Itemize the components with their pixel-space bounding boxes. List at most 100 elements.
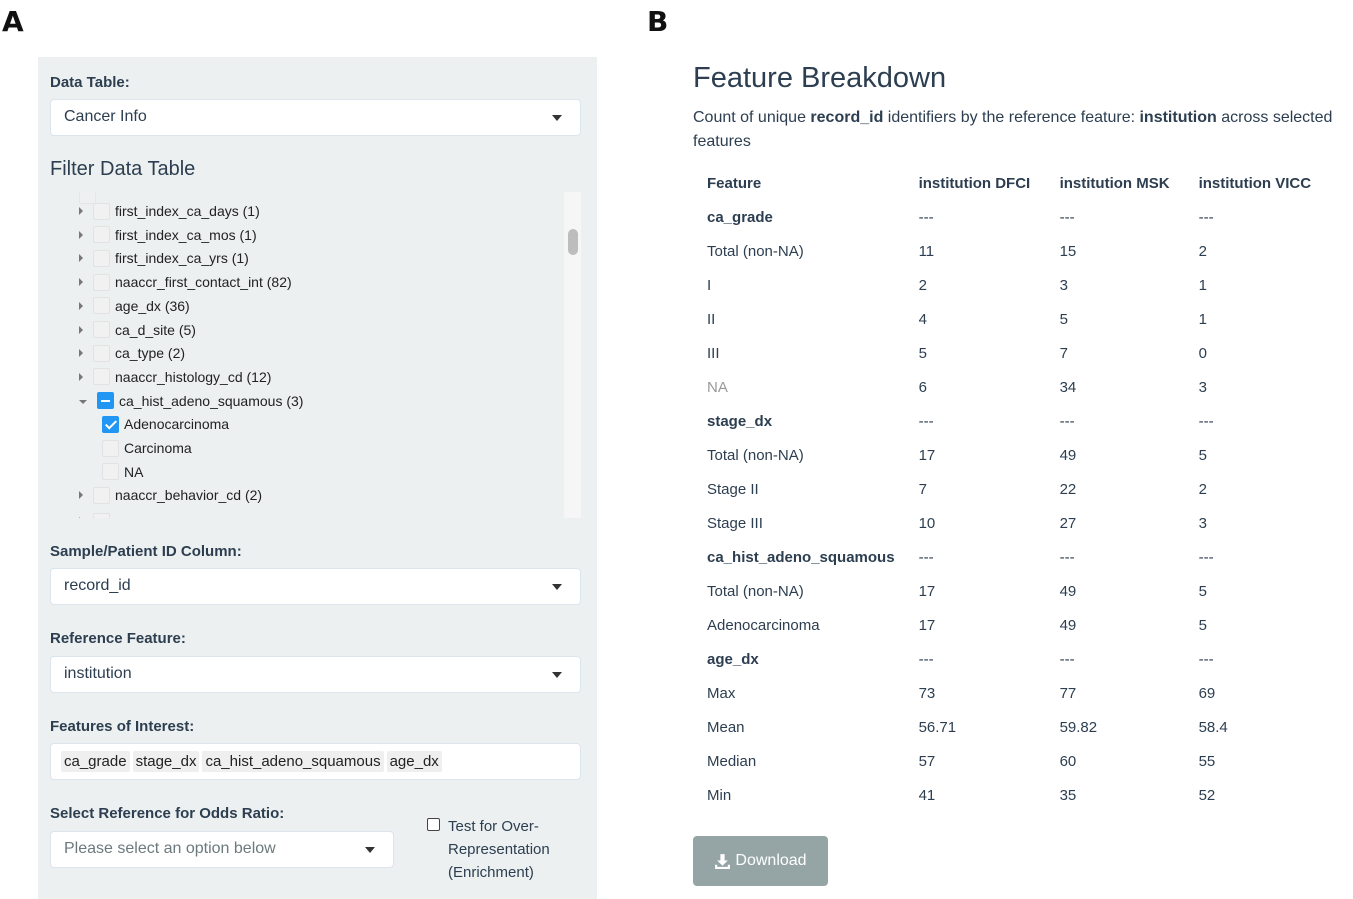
tree-row-clipped: [79, 510, 115, 518]
id-column-select[interactable]: record_id: [50, 568, 581, 605]
tree-label: ca_hist_adeno_squamous (3): [119, 392, 304, 409]
table-row: Max 73 77 69: [695, 676, 1323, 710]
tree-node[interactable]: first_index_ca_mos (1): [79, 224, 257, 246]
column-header: institution VICC: [1198, 174, 1312, 192]
tree-node[interactable]: naaccr_first_contact_int (82): [79, 271, 292, 293]
row-label-cell: I: [707, 276, 712, 294]
tree-label: first_index_ca_yrs (1): [115, 250, 249, 267]
table-row: Median 57 60 55: [695, 744, 1323, 778]
value-cell: 73: [918, 684, 936, 702]
value-cell: 5: [1198, 616, 1207, 634]
caret-down-icon: [552, 584, 562, 590]
value-cell: 15: [1059, 242, 1077, 260]
panel-letter-a: A: [2, 5, 24, 38]
id-column-label: Sample/Patient ID Column:: [50, 543, 242, 560]
expand-icon[interactable]: [79, 301, 83, 310]
scroll-thumb[interactable]: [568, 229, 578, 255]
tree-checkbox[interactable]: [93, 273, 110, 291]
tree-node[interactable]: first_index_ca_days (1): [79, 200, 260, 222]
table-row: Stage II 7 22 2: [695, 472, 1323, 506]
feature-chip[interactable]: age_dx: [386, 751, 442, 772]
expand-icon[interactable]: [79, 349, 83, 358]
value-cell: 7: [1059, 344, 1068, 362]
tree-checkbox[interactable]: [93, 202, 110, 220]
table-row: II 4 5 1: [695, 302, 1323, 336]
expand-icon[interactable]: [79, 491, 83, 500]
tree-checkbox[interactable]: [93, 344, 110, 362]
tree-leaf[interactable]: NA: [102, 461, 143, 483]
column-header: institution DFCI: [918, 174, 1031, 192]
expand-icon[interactable]: [79, 230, 83, 239]
value-cell: 49: [1059, 616, 1077, 634]
value-cell: 2: [918, 276, 927, 294]
tree-checkbox[interactable]: [93, 249, 110, 267]
row-label-cell: Adenocarcinoma: [707, 616, 820, 634]
table-row: Total (non-NA) 17 49 5: [695, 574, 1323, 608]
tree-label: Adenocarcinoma: [124, 416, 230, 433]
tree-node[interactable]: ca_type (2): [79, 342, 185, 364]
value-cell: 3: [1198, 378, 1207, 396]
value-cell: 5: [918, 344, 927, 362]
tree-node[interactable]: first_index_ca_yrs (1): [79, 247, 249, 269]
value-cell: 4: [918, 310, 927, 328]
tree-checkbox[interactable]: [93, 226, 110, 244]
collapse-icon[interactable]: [79, 399, 87, 404]
row-label-cell: ca_hist_adeno_squamous: [707, 548, 895, 566]
download-button[interactable]: Download: [693, 836, 828, 886]
expand-icon[interactable]: [79, 207, 83, 215]
row-label-cell: stage_dx: [707, 412, 773, 430]
tree-node[interactable]: ca_d_site (5): [79, 319, 196, 341]
tree-node[interactable]: naaccr_behavior_cd (2): [79, 484, 262, 506]
value-cell: ---: [918, 650, 934, 668]
enrichment-checkbox[interactable]: Test for Over-Representation (Enrichment…: [427, 815, 568, 884]
tree-label: naaccr_behavior_cd (2): [115, 487, 263, 504]
data-table-select[interactable]: Cancer Info: [50, 99, 581, 136]
table-row: NA 6 34 3: [695, 370, 1323, 404]
enrichment-checkbox-box[interactable]: [427, 818, 440, 831]
expand-icon[interactable]: [79, 278, 83, 287]
tree-checkbox[interactable]: [93, 368, 110, 386]
row-label-cell: II: [707, 310, 716, 328]
tree-checkbox[interactable]: [93, 297, 110, 315]
value-cell: 2: [1198, 242, 1207, 260]
reference-feature-select[interactable]: institution: [50, 656, 581, 693]
tree-node[interactable]: ca_hist_adeno_squamous (3): [79, 390, 303, 412]
table-header-row: Feature institution DFCI institution MSK…: [695, 166, 1323, 200]
feature-chip[interactable]: ca_hist_adeno_squamous: [202, 751, 384, 772]
table-row: ca_grade --- --- ---: [695, 200, 1323, 234]
tree-checkbox[interactable]: [102, 415, 119, 433]
expand-icon[interactable]: [79, 254, 83, 263]
tree-leaf[interactable]: Adenocarcinoma: [102, 413, 229, 435]
tree-node[interactable]: naaccr_histology_cd (12): [79, 366, 271, 388]
tree-checkbox[interactable]: [102, 463, 119, 481]
feature-chip[interactable]: ca_grade: [61, 751, 130, 772]
expand-icon[interactable]: [79, 325, 83, 334]
tree-node[interactable]: age_dx (36): [79, 295, 190, 317]
tree-checkbox[interactable]: [102, 439, 119, 457]
tree-scrollbar[interactable]: [564, 192, 581, 518]
tree-checkbox[interactable]: [97, 392, 114, 410]
row-label-cell: Stage III: [707, 514, 763, 532]
tree-leaf[interactable]: Carcinoma: [102, 437, 192, 459]
table-row: age_dx --- --- ---: [695, 642, 1323, 676]
description: Count of unique record_id identifiers by…: [693, 106, 1353, 154]
tree-checkbox[interactable]: [93, 486, 110, 504]
value-cell: ---: [1198, 650, 1214, 668]
odds-ratio-select[interactable]: Please select an option below: [50, 831, 394, 868]
feature-chip[interactable]: stage_dx: [132, 751, 200, 772]
features-of-interest-input[interactable]: ca_grade stage_dx ca_hist_adeno_squamous…: [50, 743, 581, 780]
row-label-cell: Min: [707, 786, 732, 804]
tree-label: first_index_ca_days (1): [115, 203, 260, 219]
value-cell: ---: [918, 412, 934, 430]
value-cell: 17: [918, 582, 936, 600]
column-header: Feature: [707, 174, 762, 192]
filter-tree[interactable]: first_index_ca_days (1) first_index_ca_mo…: [50, 192, 581, 518]
expand-icon: [79, 517, 83, 518]
tree-checkbox[interactable]: [93, 321, 110, 338]
value-cell: 55: [1198, 752, 1216, 770]
value-cell: 0: [1198, 344, 1207, 362]
value-cell: 60: [1059, 752, 1077, 770]
expand-icon[interactable]: [79, 372, 83, 381]
value-cell: 17: [918, 616, 936, 634]
checkbox-icon: [93, 512, 110, 518]
